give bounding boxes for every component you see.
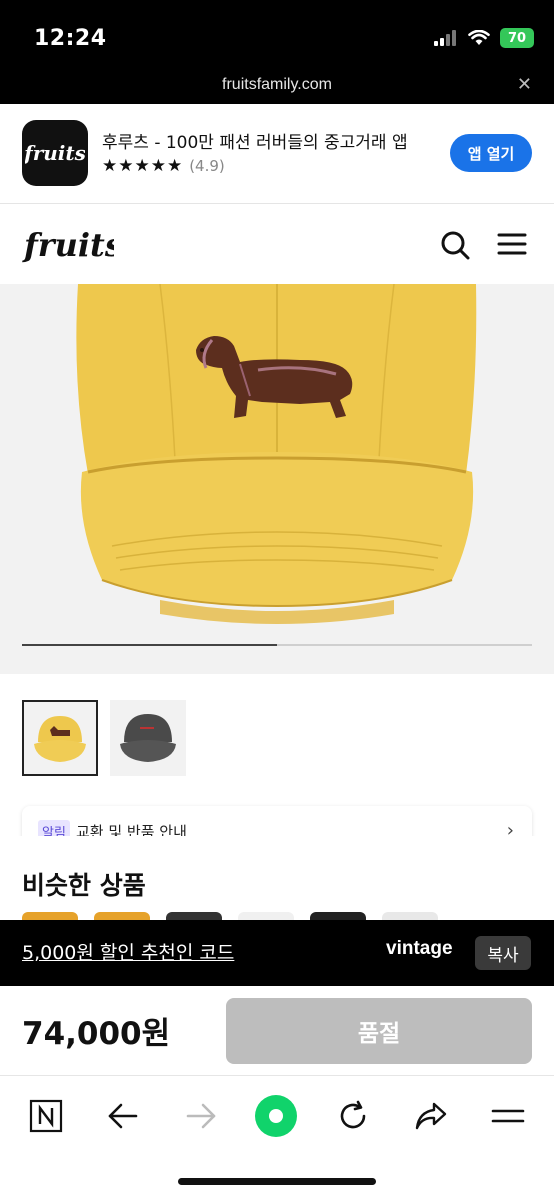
site-logo[interactable]: fruits [22,222,123,270]
product-image[interactable] [0,284,554,674]
cap-illustration [76,284,477,624]
share-icon[interactable] [409,1094,453,1138]
site-header: fruits [0,204,554,284]
rating-stars: ★★★★★ [102,156,184,176]
referral-bar: 5,000원 할인 추천인 코드 vintage 복사 [0,920,554,986]
similar-title: 비슷한 상품 [22,871,146,900]
page: 12:24 70 fruitsfamily.com ✕ fruits 후루츠 -… [0,0,554,1200]
rating-score: (4.9) [189,157,225,175]
gallery-progress-fill [22,644,277,646]
n-icon[interactable] [24,1094,68,1138]
referral-code: vintage [386,938,453,959]
url-label[interactable]: fruitsfamily.com [0,76,554,94]
battery-icon: 70 [500,28,534,48]
copy-button[interactable]: 복사 [475,936,531,970]
open-app-button[interactable]: 앱 열기 [450,134,532,172]
wifi-icon [468,30,490,45]
svg-text:fruits: fruits [25,141,85,165]
app-rating: ★★★★★ (4.9) [102,156,225,176]
home-indicator [178,1178,376,1185]
close-icon[interactable]: ✕ [517,74,532,95]
back-arrow-icon[interactable] [101,1094,145,1138]
referral-text[interactable]: 5,000원 할인 추천인 코드 [22,938,234,965]
app-banner: fruits 후루츠 - 100만 패션 러버들의 중고거래 앱 ★★★★★ (… [0,104,554,204]
purchase-bar: 74,000원 품절 [0,986,554,1076]
search-icon[interactable] [440,230,470,264]
app-title: 후루츠 - 100만 패션 러버들의 중고거래 앱 [102,133,408,153]
hamburger-menu-icon[interactable] [497,230,527,262]
fruits-app-logo: fruits [25,141,85,165]
yellow-cap-thumbnail[interactable] [22,700,98,776]
status-bar: 12:24 70 fruitsfamily.com ✕ [0,0,554,104]
forward-arrow-icon[interactable] [179,1094,223,1138]
svg-text:fruits: fruits [22,226,114,264]
status-time: 12:24 [34,26,107,51]
gray-cap-thumbnail[interactable] [110,700,186,776]
price: 74,000원 [22,1016,171,1052]
app-icon[interactable]: fruits [22,120,88,186]
signal-icon [434,30,456,46]
thumbnail-strip [22,700,186,776]
menu-lines-icon[interactable] [486,1094,530,1138]
status-icons: 70 [434,28,534,48]
home-dot-icon[interactable] [254,1094,298,1138]
refresh-icon[interactable] [331,1094,375,1138]
gallery-progress [22,644,532,646]
sold-out-button[interactable]: 품절 [226,998,532,1064]
